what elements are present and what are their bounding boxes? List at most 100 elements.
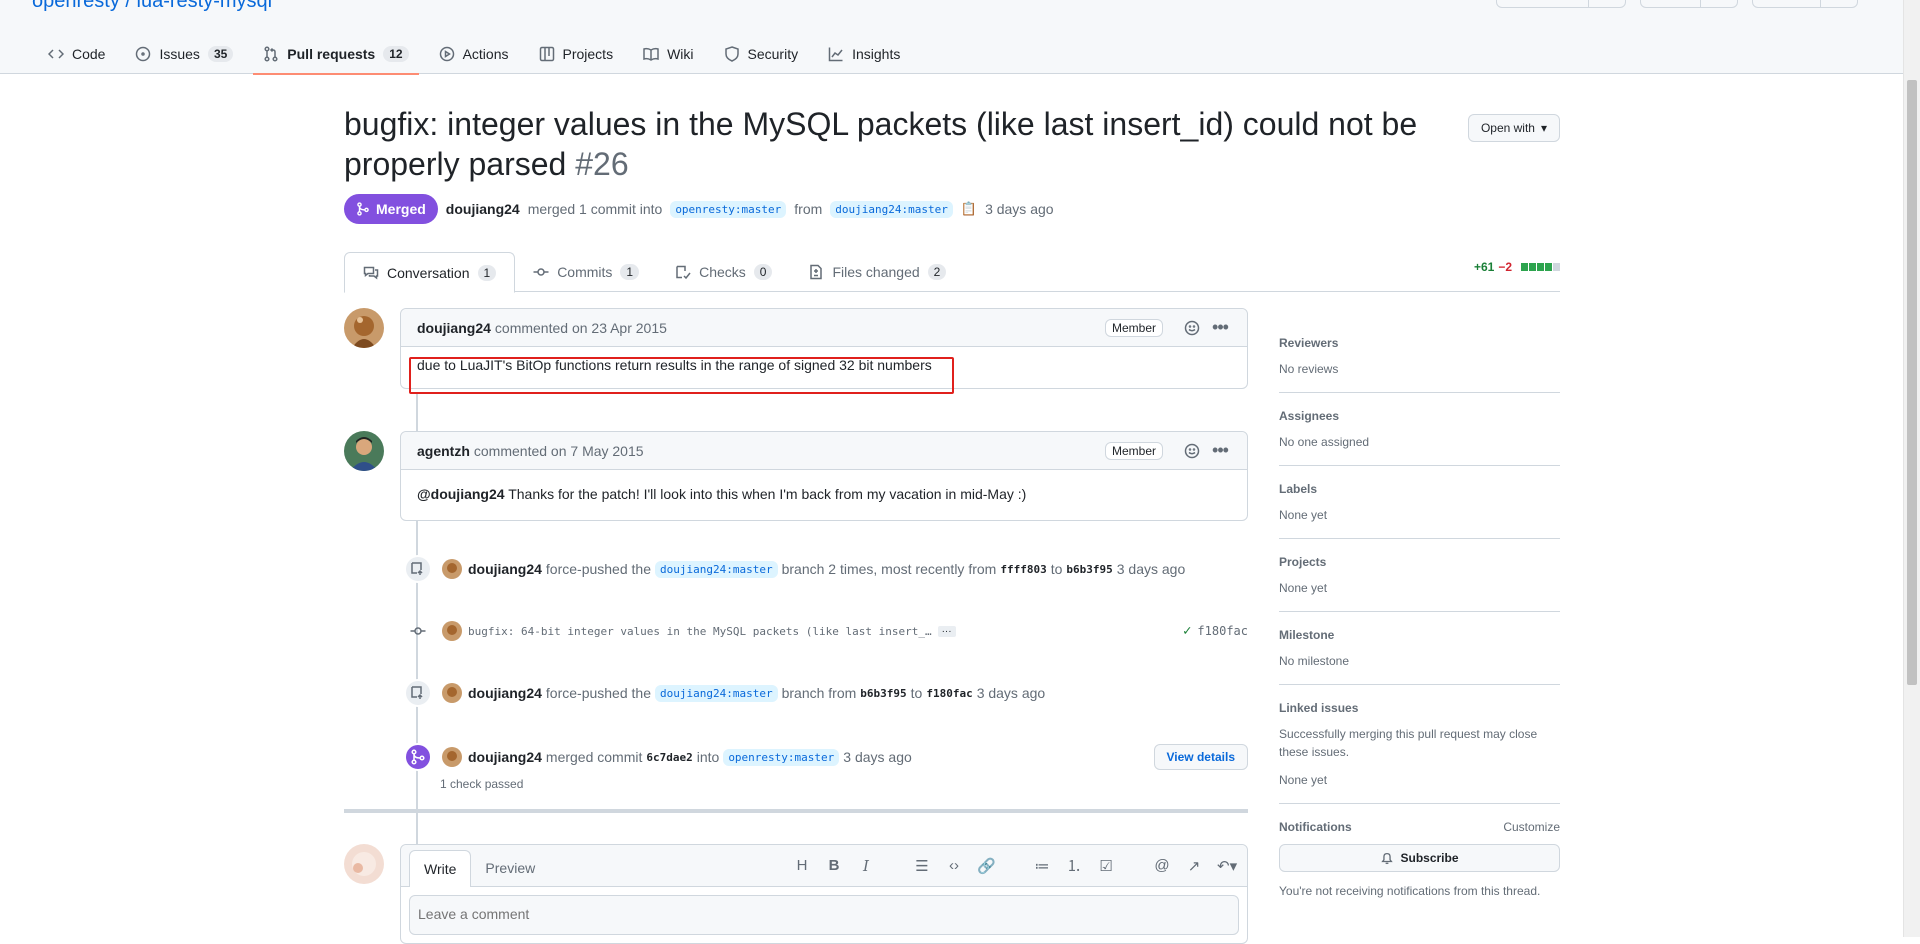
tab-projects[interactable]: Projects xyxy=(529,34,624,74)
graph-icon xyxy=(828,47,843,62)
copy-icon[interactable]: 📋 xyxy=(961,201,977,217)
labels-value: None yet xyxy=(1279,508,1328,522)
tab-write[interactable]: Write xyxy=(409,850,472,887)
labels-label[interactable]: Labels xyxy=(1279,482,1560,496)
comment-input[interactable] xyxy=(409,895,1239,935)
tasklist-icon[interactable]: ☑ xyxy=(1097,857,1115,875)
heading-icon[interactable]: H xyxy=(793,857,811,874)
add-reaction-button[interactable] xyxy=(1181,317,1203,339)
avatar[interactable] xyxy=(344,308,384,348)
commit-message-link[interactable]: bugfix: 64-bit integer values in the MyS… xyxy=(468,625,932,638)
tab-code[interactable]: Code xyxy=(38,34,115,74)
sidebar-notifications: Notifications Customize Subscribe You're… xyxy=(1279,804,1560,914)
comment-options-button[interactable]: ••• xyxy=(1209,317,1231,339)
comment-meta[interactable]: commented on 23 Apr 2015 xyxy=(495,320,667,336)
base-branch[interactable]: openresty:master xyxy=(670,200,787,218)
add-reaction-button[interactable] xyxy=(1181,440,1203,462)
pr-number: #26 xyxy=(575,146,629,182)
linked-issues-label[interactable]: Linked issues xyxy=(1279,701,1560,715)
tab-checks[interactable]: Checks 0 xyxy=(657,252,790,292)
bold-icon[interactable]: B xyxy=(825,857,843,874)
comment-meta[interactable]: commented on 7 May 2015 xyxy=(474,443,644,459)
open-with-label: Open with xyxy=(1480,121,1535,135)
link-icon[interactable]: 🔗 xyxy=(977,857,996,875)
tab-actions[interactable]: Actions xyxy=(429,34,519,74)
event-text: branch from xyxy=(781,685,857,701)
event-time[interactable]: 3 days ago xyxy=(843,749,912,765)
projects-label[interactable]: Projects xyxy=(1279,555,1560,569)
merge-icon xyxy=(411,749,425,765)
code-icon[interactable]: ‹› xyxy=(945,857,963,874)
italic-icon[interactable]: I xyxy=(857,857,875,875)
commit-sha-link[interactable]: b6b3f95 xyxy=(860,687,906,700)
tab-preview[interactable]: Preview xyxy=(471,850,549,886)
head-branch[interactable]: doujiang24:master xyxy=(830,200,953,218)
tab-wiki[interactable]: Wiki xyxy=(633,34,703,74)
fork-button-group[interactable] xyxy=(1640,0,1738,8)
unordered-list-icon[interactable]: ≔ xyxy=(1033,857,1051,875)
tab-security[interactable]: Security xyxy=(714,34,809,74)
milestone-label[interactable]: Milestone xyxy=(1279,628,1560,642)
checks-summary: 1 check passed xyxy=(440,777,524,791)
commit-sha-link[interactable]: f180fac xyxy=(1197,624,1248,638)
code-icon xyxy=(48,49,64,59)
tab-issues[interactable]: Issues 35 xyxy=(125,34,243,74)
avatar[interactable] xyxy=(442,747,462,767)
watch-button-group[interactable] xyxy=(1496,0,1626,8)
event-time[interactable]: 3 days ago xyxy=(977,685,1046,701)
commit-sha-link[interactable]: 6c7dae2 xyxy=(646,751,692,764)
tab-files-changed[interactable]: Files changed 2 xyxy=(790,252,964,292)
repo-action-buttons xyxy=(1496,0,1858,8)
reply-icon[interactable]: ↶▾ xyxy=(1217,857,1237,875)
comment-header: agentzh commented on 7 May 2015 Member •… xyxy=(401,432,1247,470)
page-scrollbar[interactable] xyxy=(1903,0,1920,937)
mention-icon[interactable]: @ xyxy=(1153,857,1171,874)
star-button-group[interactable] xyxy=(1752,0,1858,8)
repo-push-icon xyxy=(411,562,423,575)
event-time[interactable]: 3 days ago xyxy=(1117,561,1186,577)
comment-header: doujiang24 commented on 23 Apr 2015 Memb… xyxy=(401,309,1247,347)
event-author-link[interactable]: doujiang24 xyxy=(468,749,542,765)
git-commit-badge xyxy=(404,617,432,645)
comment-options-button[interactable]: ••• xyxy=(1209,440,1231,462)
event-branch[interactable]: doujiang24:master xyxy=(654,684,778,702)
avatar[interactable] xyxy=(442,683,462,703)
merge-icon xyxy=(357,202,369,216)
assignees-label[interactable]: Assignees xyxy=(1279,409,1560,423)
event-branch[interactable]: doujiang24:master xyxy=(654,560,778,578)
ordered-list-icon[interactable]: ⒈ xyxy=(1065,855,1083,876)
event-branch[interactable]: openresty:master xyxy=(723,748,840,766)
check-icon[interactable]: ✓ xyxy=(1183,623,1191,639)
customize-link[interactable]: Customize xyxy=(1503,820,1560,834)
commit-sha-link[interactable]: f180fac xyxy=(926,687,972,700)
event-author-link[interactable]: doujiang24 xyxy=(468,561,542,577)
avatar[interactable] xyxy=(442,559,462,579)
tab-insights[interactable]: Insights xyxy=(818,34,910,74)
repo-name-link[interactable]: openresty / lua-resty-mysql xyxy=(32,0,272,13)
notifications-label: Notifications xyxy=(1279,820,1352,834)
member-badge: Member xyxy=(1104,441,1163,460)
view-details-button[interactable]: View details xyxy=(1153,744,1248,770)
avatar[interactable] xyxy=(344,431,384,471)
files-changed-count: 2 xyxy=(927,264,947,280)
scrollbar-thumb[interactable] xyxy=(1907,80,1917,685)
user-mention-link[interactable]: @doujiang24 xyxy=(417,486,505,502)
milestone-value: No milestone xyxy=(1279,654,1350,668)
tab-pull-requests[interactable]: Pull requests 12 xyxy=(253,34,419,75)
event-author-link[interactable]: doujiang24 xyxy=(468,685,542,701)
tab-commits[interactable]: Commits 1 xyxy=(515,252,657,292)
commit-sha-link[interactable]: ffff803 xyxy=(1000,563,1046,576)
comment-author-link[interactable]: doujiang24 xyxy=(417,320,491,336)
open-with-button[interactable]: Open with ▾ xyxy=(1467,114,1560,142)
member-badge: Member xyxy=(1104,318,1163,337)
subscribe-button[interactable]: Subscribe xyxy=(1279,844,1560,872)
comment-author-link[interactable]: agentzh xyxy=(417,443,470,459)
quote-icon[interactable]: ☰ xyxy=(913,857,931,875)
reviewers-label[interactable]: Reviewers xyxy=(1279,336,1560,350)
pr-author-link[interactable]: doujiang24 xyxy=(446,201,520,217)
cross-reference-icon[interactable]: ↗ xyxy=(1185,857,1203,875)
commit-sha-link[interactable]: b6b3f95 xyxy=(1066,563,1112,576)
expand-commit-button[interactable]: ··· xyxy=(937,625,956,637)
tab-conversation[interactable]: Conversation 1 xyxy=(344,252,516,293)
avatar[interactable] xyxy=(442,621,462,641)
